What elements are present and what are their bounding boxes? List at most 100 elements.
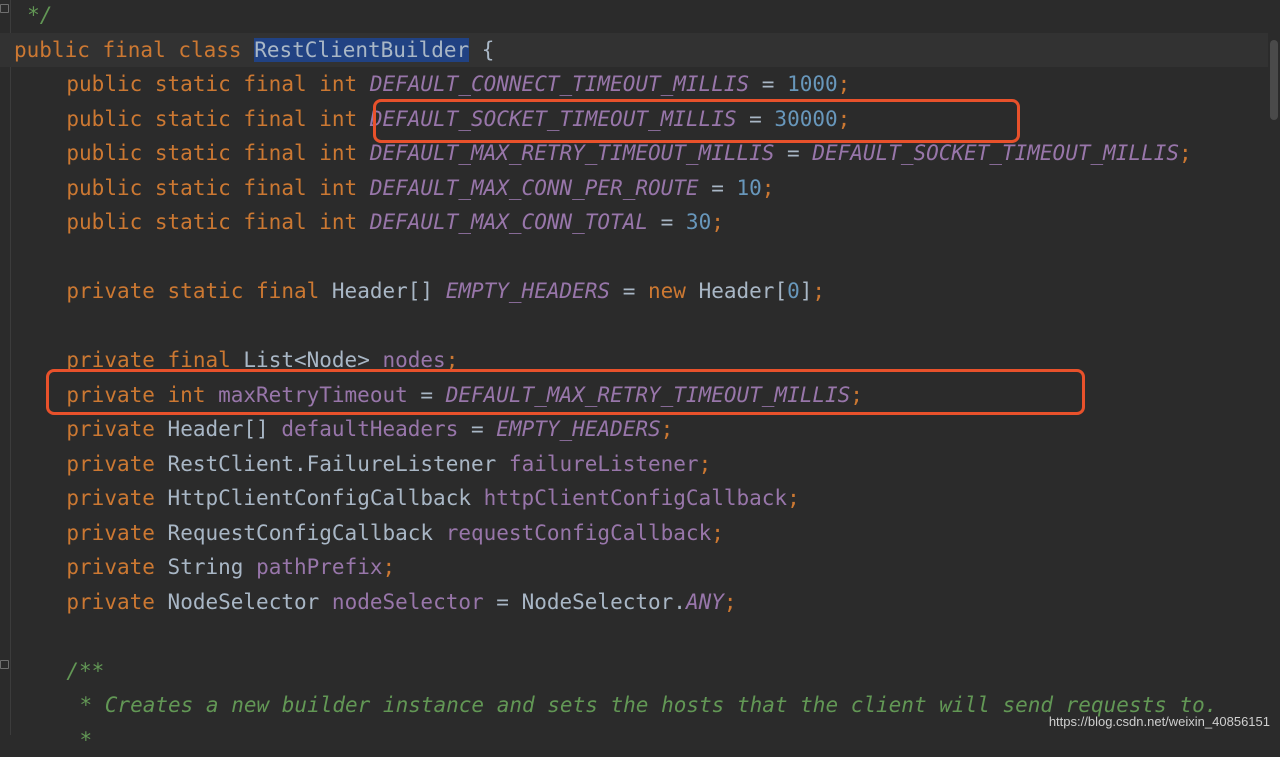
code-token: = bbox=[408, 383, 446, 407]
code-line[interactable] bbox=[0, 619, 14, 654]
code-token: NodeSelector bbox=[168, 590, 332, 614]
code-line[interactable]: * Creates a new builder instance and set… bbox=[0, 688, 1217, 723]
code-line[interactable]: private NodeSelector nodeSelector = Node… bbox=[0, 585, 737, 620]
code-token: = bbox=[774, 141, 812, 165]
vertical-scrollbar[interactable] bbox=[1268, 0, 1280, 735]
code-token: ; bbox=[762, 176, 775, 200]
code-token: EMPTY_HEADERS bbox=[496, 417, 660, 441]
code-token: ; bbox=[838, 107, 851, 131]
code-token: 1000 bbox=[787, 72, 838, 96]
code-token: requestConfigCallback bbox=[446, 521, 712, 545]
code-token: ; bbox=[711, 210, 724, 234]
code-token: = bbox=[458, 417, 496, 441]
code-token: DEFAULT_SOCKET_TIMEOUT_MILLIS bbox=[812, 141, 1179, 165]
code-token: private bbox=[66, 555, 167, 579]
code-token: = bbox=[699, 176, 737, 200]
code-token: public static final int bbox=[66, 210, 369, 234]
code-token: = bbox=[749, 72, 787, 96]
code-token: * bbox=[80, 728, 93, 752]
code-token: defaultHeaders bbox=[281, 417, 458, 441]
code-token: ; bbox=[1179, 141, 1192, 165]
code-token: private bbox=[66, 417, 167, 441]
code-line[interactable]: public static final int DEFAULT_MAX_RETR… bbox=[0, 136, 1192, 171]
code-token: */ bbox=[27, 3, 52, 27]
code-token: private bbox=[66, 452, 167, 476]
code-token: pathPrefix bbox=[256, 555, 382, 579]
code-token: public static final int bbox=[66, 72, 369, 96]
code-token: ; bbox=[850, 383, 863, 407]
code-token: ; bbox=[787, 486, 800, 510]
code-token: private bbox=[66, 590, 167, 614]
code-token: 30 bbox=[686, 210, 711, 234]
code-token: ] bbox=[800, 279, 813, 303]
code-token: List<Node> bbox=[243, 348, 382, 372]
code-token: String bbox=[168, 555, 257, 579]
code-token: = bbox=[736, 107, 774, 131]
code-line[interactable] bbox=[0, 309, 14, 344]
code-token: 0 bbox=[787, 279, 800, 303]
code-token: maxRetryTimeout bbox=[218, 383, 408, 407]
code-line[interactable]: * bbox=[0, 723, 92, 757]
code-token: DEFAULT_MAX_CONN_PER_ROUTE bbox=[370, 176, 699, 200]
code-token: public static final int bbox=[66, 141, 369, 165]
code-token: = bbox=[484, 590, 522, 614]
code-line[interactable]: private Header[] defaultHeaders = EMPTY_… bbox=[0, 412, 673, 447]
code-line[interactable] bbox=[0, 240, 14, 275]
code-line[interactable]: private HttpClientConfigCallback httpCli… bbox=[0, 481, 800, 516]
code-token: new bbox=[648, 279, 699, 303]
code-token: Header[] bbox=[332, 279, 446, 303]
code-token: Header[] bbox=[168, 417, 282, 441]
code-token: 10 bbox=[737, 176, 762, 200]
code-token: DEFAULT_SOCKET_TIMEOUT_MILLIS bbox=[370, 107, 737, 131]
code-token: private bbox=[66, 486, 167, 510]
code-token: public static final int bbox=[66, 107, 369, 131]
code-token: ; bbox=[446, 348, 459, 372]
code-token: * Creates a new builder instance and set… bbox=[80, 693, 1218, 717]
code-token: ; bbox=[383, 555, 396, 579]
code-line[interactable]: public static final int DEFAULT_SOCKET_T… bbox=[0, 102, 850, 137]
code-line[interactable]: private RequestConfigCallback requestCon… bbox=[0, 516, 724, 551]
code-line[interactable]: private int maxRetryTimeout = DEFAULT_MA… bbox=[0, 378, 863, 413]
code-line[interactable]: public static final int DEFAULT_MAX_CONN… bbox=[0, 205, 724, 240]
code-token: ; bbox=[838, 72, 851, 96]
code-token: DEFAULT_MAX_RETRY_TIMEOUT_MILLIS bbox=[370, 141, 775, 165]
code-token: private final bbox=[66, 348, 243, 372]
code-token: HttpClientConfigCallback bbox=[168, 486, 484, 510]
code-token: EMPTY_HEADERS bbox=[446, 279, 610, 303]
code-line[interactable]: private final List<Node> nodes; bbox=[0, 343, 458, 378]
code-token: DEFAULT_MAX_RETRY_TIMEOUT_MILLIS bbox=[446, 383, 851, 407]
code-token: { bbox=[469, 38, 494, 62]
code-token: NodeSelector. bbox=[522, 590, 686, 614]
code-token: ; bbox=[699, 452, 712, 476]
code-line[interactable]: private String pathPrefix; bbox=[0, 550, 395, 585]
code-token: public final class bbox=[14, 38, 254, 62]
code-token: ANY bbox=[686, 590, 724, 614]
watermark: https://blog.csdn.net/weixin_40856151 bbox=[1049, 714, 1270, 729]
code-line[interactable]: public static final int DEFAULT_CONNECT_… bbox=[0, 67, 850, 102]
code-token: DEFAULT_CONNECT_TIMEOUT_MILLIS bbox=[370, 72, 749, 96]
code-token: RestClient.FailureListener bbox=[168, 452, 509, 476]
code-token: = bbox=[610, 279, 648, 303]
code-line[interactable]: private RestClient.FailureListener failu… bbox=[0, 447, 711, 482]
code-line[interactable]: public static final int DEFAULT_MAX_CONN… bbox=[0, 171, 774, 206]
code-token: = bbox=[648, 210, 686, 234]
code-token: /** bbox=[66, 659, 104, 683]
code-line[interactable]: private static final Header[] EMPTY_HEAD… bbox=[0, 274, 825, 309]
code-editor[interactable]: */ public final class RestClientBuilder {… bbox=[0, 0, 1280, 735]
code-token: failureListener bbox=[509, 452, 699, 476]
code-token: ; bbox=[711, 521, 724, 545]
code-token: private int bbox=[66, 383, 218, 407]
code-token: RequestConfigCallback bbox=[168, 521, 446, 545]
code-token: Header[ bbox=[699, 279, 788, 303]
code-area[interactable]: */ public final class RestClientBuilder {… bbox=[0, 0, 1268, 735]
code-line[interactable]: public final class RestClientBuilder { bbox=[0, 33, 1268, 68]
code-line[interactable]: */ bbox=[0, 0, 52, 33]
code-token: private static final bbox=[66, 279, 332, 303]
code-token: ; bbox=[661, 417, 674, 441]
scrollbar-thumb[interactable] bbox=[1270, 40, 1278, 120]
code-token: nodeSelector bbox=[332, 590, 484, 614]
code-token: private bbox=[66, 521, 167, 545]
code-token: nodes bbox=[382, 348, 445, 372]
code-line[interactable]: /** bbox=[0, 654, 104, 689]
code-token: ; bbox=[724, 590, 737, 614]
